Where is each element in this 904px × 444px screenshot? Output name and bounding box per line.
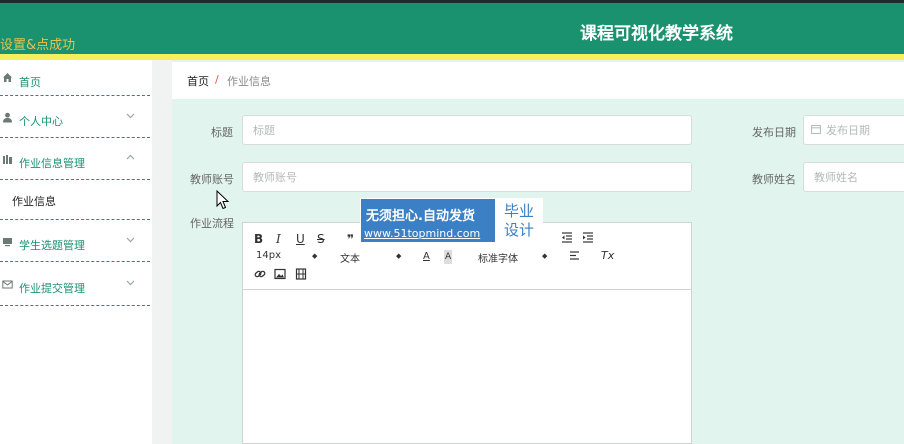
breadcrumb-separator: / (215, 73, 219, 86)
watermark-banner: 无须担心.自动发货 www.51topmind.com 毕业 设计 (360, 198, 543, 243)
mouse-cursor-icon (216, 190, 230, 210)
breadcrumb-home[interactable]: 首页 (187, 73, 209, 89)
underline-button[interactable]: U (296, 232, 305, 246)
link-icon[interactable] (254, 268, 266, 283)
paragraph-type-select[interactable]: 文本 ◆ (340, 250, 404, 265)
font-size-select[interactable]: 14px ◆ (256, 250, 320, 261)
status-message: 设置&点成功 (0, 38, 76, 53)
font-family-select[interactable]: 标准字体 ◆ (478, 250, 550, 265)
mail-icon (2, 279, 13, 290)
calendar-icon (811, 124, 821, 137)
sidebar-gutter (152, 60, 172, 444)
select-arrows-icon: ◆ (396, 252, 402, 260)
sidebar-item-label: 首页 (19, 76, 41, 89)
chevron-down-icon (126, 235, 135, 247)
sidebar: 首页 个人中心 作业信息管理 作业信息 学生选题管理 作业提交管理 (0, 60, 152, 444)
home-icon (2, 72, 13, 83)
publish-date-label: 发布日期 (752, 126, 796, 139)
process-label: 作业流程 (190, 217, 234, 230)
teacher-account-input[interactable] (242, 162, 692, 192)
sidebar-item-label: 个人中心 (19, 115, 63, 128)
bold-button[interactable]: B (254, 232, 263, 246)
teacher-name-label: 教师姓名 (752, 173, 796, 186)
sidebar-item-label: 作业信息管理 (19, 157, 85, 170)
font-family-value: 标准字体 (478, 254, 518, 265)
background-color-button[interactable]: A (444, 250, 453, 264)
paragraph-type-value: 文本 (340, 254, 360, 265)
book-icon (2, 154, 13, 165)
chevron-down-icon (126, 111, 135, 123)
rich-text-editor: B I U S ❞ 14px ◆ 文本 ◆ A A 标准字体 ◆ Tx (242, 222, 692, 444)
watermark-badge-top: 毕业 (503, 202, 534, 220)
sidebar-item-submission-management[interactable]: 作业提交管理 (0, 262, 150, 306)
clear-format-button[interactable]: Tx (601, 249, 614, 263)
strike-button[interactable]: S (317, 232, 325, 246)
chevron-down-icon (126, 278, 135, 290)
monitor-icon (2, 236, 13, 247)
blockquote-button[interactable]: ❞ (347, 232, 354, 246)
indent-icon[interactable] (582, 231, 594, 246)
watermark-badge-bottom: 设计 (503, 221, 534, 239)
image-icon[interactable] (274, 268, 286, 283)
sidebar-item-label: 作业提交管理 (19, 282, 85, 295)
top-header: 设置&点成功 课程可视化教学系统 (0, 0, 904, 54)
breadcrumb-current: 作业信息 (227, 75, 271, 88)
select-arrows-icon: ◆ (542, 252, 548, 260)
watermark-text: 无须担心.自动发货 (366, 209, 475, 224)
outdent-icon[interactable] (561, 231, 573, 246)
sidebar-item-topic-selection[interactable]: 学生选题管理 (0, 220, 150, 262)
watermark-url: www.51topmind.com (364, 227, 481, 240)
title-input[interactable] (242, 115, 692, 145)
video-icon[interactable] (295, 268, 307, 283)
chevron-up-icon (126, 153, 135, 165)
editor-content-area[interactable] (243, 290, 691, 443)
sidebar-item-personal-center[interactable]: 个人中心 (0, 96, 150, 138)
sidebar-item-label: 作业信息 (12, 195, 56, 208)
sidebar-item-homework-management[interactable]: 作业信息管理 (0, 138, 150, 180)
sidebar-item-home[interactable]: 首页 (0, 60, 150, 96)
sidebar-subitem-homework-info[interactable]: 作业信息 (0, 180, 150, 220)
app-title: 课程可视化教学系统 (580, 24, 733, 44)
teacher-account-label: 教师账号 (190, 173, 234, 186)
font-size-value: 14px (256, 250, 281, 261)
user-icon (2, 112, 13, 123)
font-color-button[interactable]: A (423, 250, 430, 264)
title-label: 标题 (211, 126, 233, 139)
select-arrows-icon: ◆ (312, 252, 318, 260)
teacher-name-input[interactable] (803, 162, 904, 192)
align-icon[interactable] (569, 250, 580, 264)
watermark-badge: 毕业 设计 (495, 199, 543, 242)
breadcrumb: 首页 / 作业信息 (172, 62, 904, 99)
italic-button[interactable]: I (276, 232, 281, 246)
sidebar-item-label: 学生选题管理 (19, 239, 85, 252)
